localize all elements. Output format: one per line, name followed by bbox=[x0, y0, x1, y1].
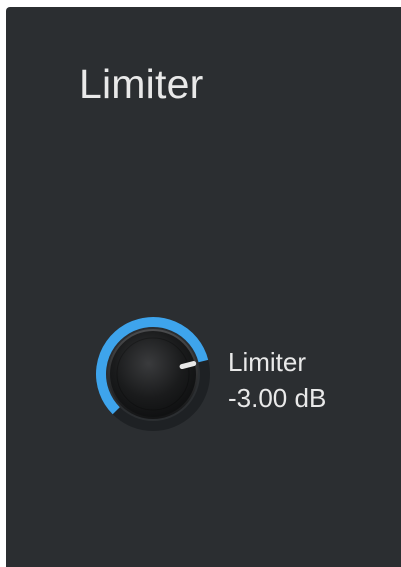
knob-indicator bbox=[179, 361, 197, 370]
knob-name: Limiter bbox=[228, 347, 307, 377]
limiter-panel: Limiter Limiter -3.00 dB bbox=[6, 7, 401, 567]
panel-title: Limiter bbox=[79, 61, 204, 107]
knob-label: Limiter -3.00 dB bbox=[228, 344, 326, 416]
knob-body bbox=[108, 329, 198, 419]
knob-value: -3.00 dB bbox=[228, 383, 327, 413]
knob-graphic bbox=[96, 317, 210, 431]
limiter-knob[interactable] bbox=[91, 310, 221, 440]
